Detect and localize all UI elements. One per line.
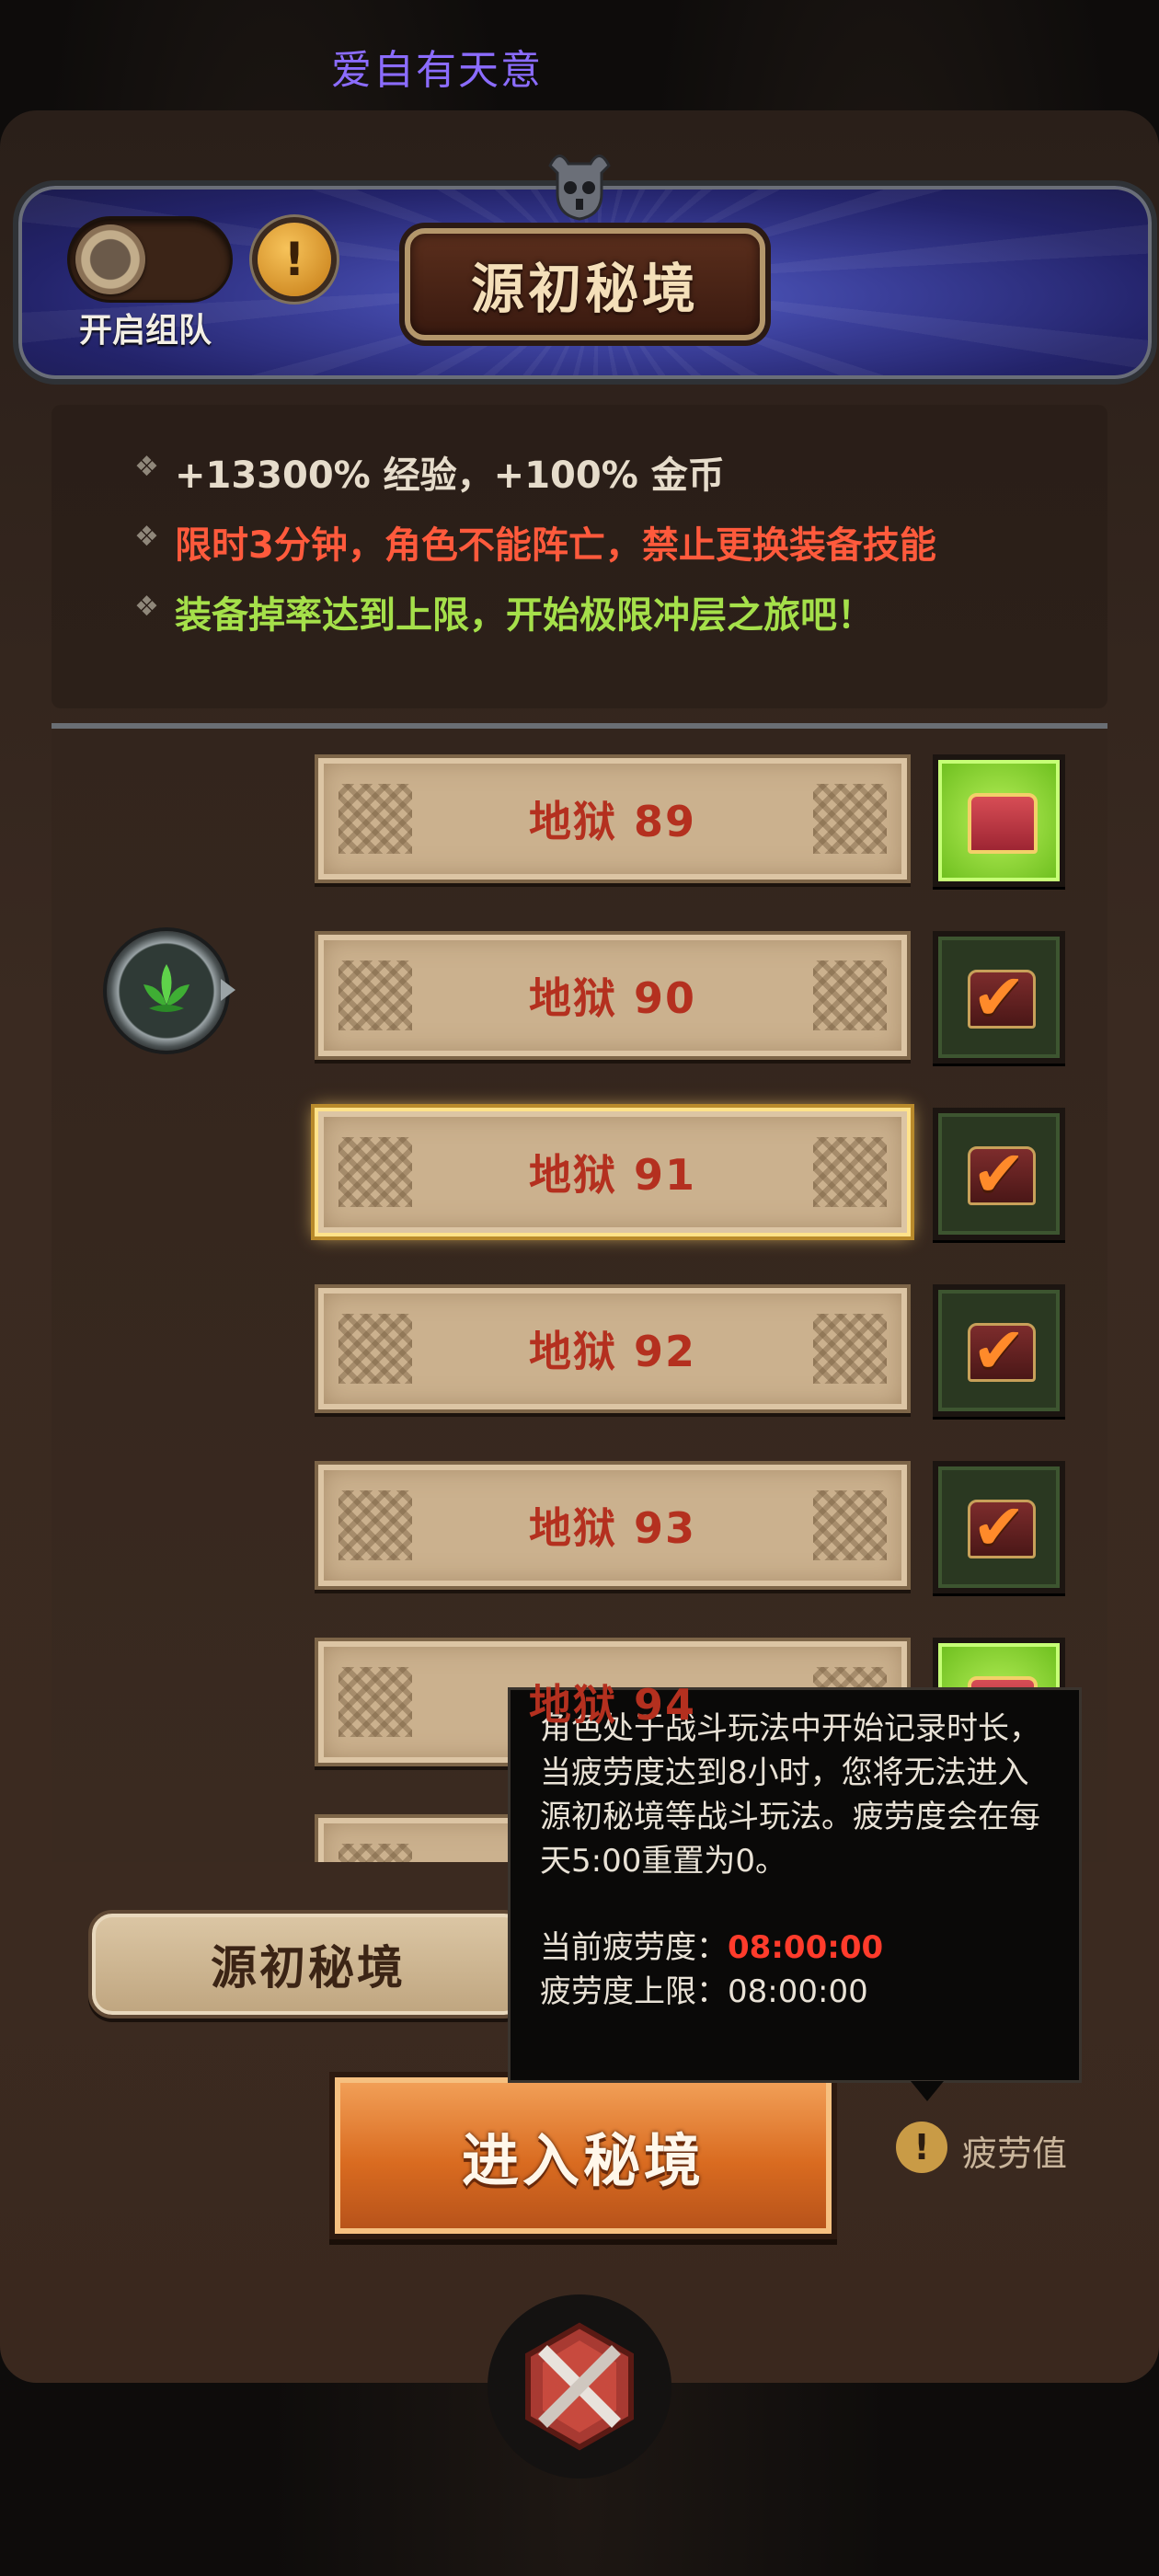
floor-label: 地狱 89 [528, 797, 697, 846]
title-plate: 源初秘境 [405, 228, 765, 340]
floor-label: 地狱 90 [528, 973, 697, 1023]
fatigue-label[interactable]: 疲劳值 [962, 2125, 1067, 2176]
marker-pointer [221, 979, 235, 1001]
tab-origin-realm[interactable]: 源初秘境 [88, 1910, 528, 2018]
checkmark-icon: ✔ [971, 1313, 1027, 1388]
floor-button-90[interactable]: 地狱 90 [315, 931, 911, 1060]
floor-label: 地狱 92 [528, 1327, 697, 1376]
page-title: 源初秘境 [470, 258, 699, 320]
tooltip-pointer [911, 2081, 944, 2101]
current-floor-marker [107, 931, 226, 1051]
diamond-bullet-icon: ❖ [134, 591, 159, 623]
enter-button-label: 进入秘境 [461, 2127, 705, 2194]
floor-button-89[interactable]: 地狱 89 [315, 754, 911, 883]
floor-label: 地狱 93 [528, 1503, 697, 1553]
tab-label: 源初秘境 [211, 1941, 406, 1995]
player-name-label: 爱自有天意 [331, 47, 543, 94]
info-line-drop: 装备掉率达到上限，开始极限冲层之旅吧！ [175, 594, 874, 637]
fatigue-limit-value: 08:00:00 [728, 1973, 868, 2010]
current-fatigue-row: 当前疲劳度：08:00:00 [540, 1926, 883, 1970]
floor-button-93[interactable]: 地狱 93 [315, 1461, 911, 1590]
team-toggle-label: 开启组队 [79, 312, 212, 350]
reward-chest-claimable[interactable] [933, 754, 1065, 887]
info-line-rules: 限时3分钟，角色不能阵亡，禁止更换装备技能 [175, 524, 936, 567]
reward-chest-claimed[interactable]: ✔ [933, 1108, 1065, 1240]
skull-icon [548, 155, 611, 221]
checkmark-icon: ✔ [971, 1136, 1027, 1212]
info-line-exp: +13300% 经验，+100% 金币 [175, 454, 725, 497]
toggle-knob[interactable] [75, 224, 145, 294]
tooltip-description: 角色处于战斗玩法中开始记录时长，当疲劳度达到8小时，您将无法进入源初秘境等战斗玩… [540, 1710, 1040, 1880]
diamond-bullet-icon: ❖ [134, 451, 159, 483]
fatigue-limit-row: 疲劳度上限：08:00:00 [540, 1970, 868, 2014]
enter-realm-button[interactable]: 进入秘境 [329, 2072, 837, 2239]
reward-chest-claimed[interactable]: ✔ [933, 931, 1065, 1064]
current-fatigue-value: 08:00:00 [728, 1929, 884, 1966]
checkmark-icon: ✔ [971, 960, 1027, 1035]
fatigue-info-icon[interactable]: ! [896, 2122, 947, 2173]
reward-chest-claimed[interactable]: ✔ [933, 1461, 1065, 1593]
close-icon [525, 2322, 634, 2451]
info-icon[interactable]: ! [258, 223, 331, 296]
reward-chest-claimed[interactable]: ✔ [933, 1284, 1065, 1417]
floor-button-92[interactable]: 地狱 92 [315, 1284, 911, 1413]
fatigue-tooltip: 角色处于战斗玩法中开始记录时长，当疲劳度达到8小时，您将无法进入源初秘境等战斗玩… [508, 1687, 1082, 2083]
chest-icon [968, 793, 1038, 854]
floor-label: 地狱 94 [528, 1680, 697, 1730]
floor-button-91[interactable]: 地狱 91 [315, 1108, 911, 1236]
close-button[interactable] [488, 2294, 671, 2478]
team-toggle[interactable] [70, 219, 230, 300]
leaf-icon [143, 964, 189, 1012]
current-fatigue-label: 当前疲劳度： [540, 1929, 728, 1966]
fatigue-limit-label: 疲劳度上限： [540, 1973, 728, 2010]
checkmark-icon: ✔ [971, 1489, 1027, 1565]
diamond-bullet-icon: ❖ [134, 521, 159, 553]
floor-label: 地狱 91 [528, 1150, 697, 1200]
